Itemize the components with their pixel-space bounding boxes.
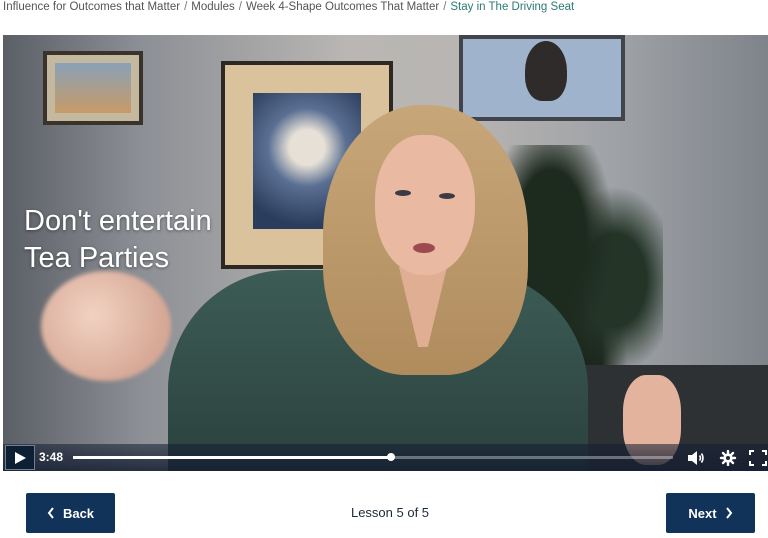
back-button-label: Back [62,505,95,521]
breadcrumb-link-course[interactable]: Influence for Outcomes that Matter [3,1,180,13]
wall-picture [43,51,143,125]
play-icon [14,451,26,464]
presenter-eye [439,193,455,199]
video-player[interactable]: Don't entertain Tea Parties 3:48 [3,35,768,471]
video-caption: Don't entertain Tea Parties [24,203,212,277]
progress-handle[interactable] [387,453,395,461]
play-button[interactable] [5,445,35,470]
lesson-counter: Lesson 5 of 5 [350,505,430,520]
back-button[interactable]: Back [26,493,115,533]
settings-button[interactable] [717,447,739,468]
gear-icon [719,449,737,466]
breadcrumb-separator: / [238,1,242,13]
breadcrumb-separator: / [184,1,188,13]
presenter-eye [395,190,411,196]
breadcrumb: Influence for Outcomes that Matter / Modul… [3,0,768,14]
next-button-label: Next [688,505,717,521]
presenter-mouth [413,243,435,253]
breadcrumb-link-modules[interactable]: Modules [191,1,234,13]
breadcrumb-separator: / [443,1,447,13]
video-controls: 3:48 [3,444,768,471]
caption-line: Don't entertain [24,205,212,237]
volume-button[interactable] [685,447,707,468]
caption-line: Tea Parties [24,242,170,274]
wall-picture [459,35,625,121]
fullscreen-button[interactable] [747,447,768,468]
progress-bar[interactable] [73,453,673,461]
volume-icon [688,450,704,465]
breadcrumb-link-week[interactable]: Week 4-Shape Outcomes That Matter [246,1,439,13]
chevron-right-icon [725,507,732,519]
current-time: 3:48 [39,450,64,464]
fullscreen-icon [749,449,767,466]
presenter-face [375,135,475,275]
progress-fill [73,456,391,459]
breadcrumb-current: Stay in The Driving Seat [450,1,575,13]
chevron-left-icon [47,507,54,519]
next-button[interactable]: Next [666,493,755,533]
presenter-hand [41,271,171,381]
